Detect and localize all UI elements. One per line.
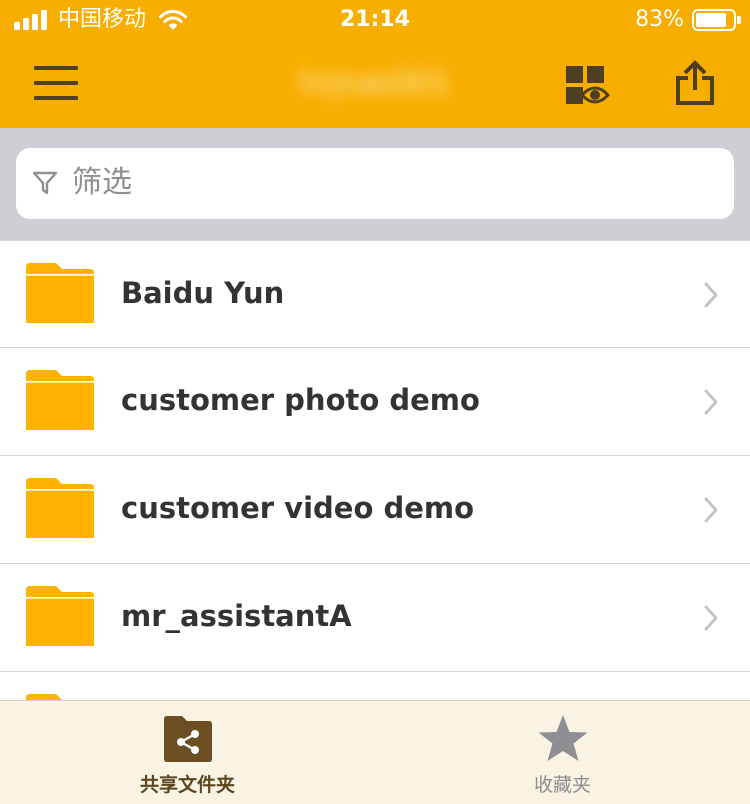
folder-row[interactable]: customer photo demo <box>0 348 750 456</box>
battery-icon <box>692 9 741 31</box>
filter-area: 筛选 <box>0 128 750 240</box>
folder-icon <box>26 586 94 646</box>
folder-icon <box>26 370 94 430</box>
grid-view-eye-icon[interactable] <box>564 64 610 106</box>
folder-list: Baidu Yun customer photo demo customer v… <box>0 240 750 754</box>
folder-row[interactable]: customer video demo <box>0 456 750 564</box>
share-export-icon[interactable] <box>674 60 716 106</box>
folder-row[interactable]: Baidu Yun <box>0 240 750 348</box>
folder-name: customer photo demo <box>121 383 480 417</box>
chevron-right-icon <box>704 282 718 308</box>
tab-shared-folders[interactable]: 共享文件夹 <box>0 701 375 804</box>
tab-favorites[interactable]: 收藏夹 <box>375 701 750 804</box>
tab-label: 收藏夹 <box>533 774 591 796</box>
chevron-right-icon <box>704 389 718 415</box>
battery-fill <box>696 13 726 27</box>
filter-funnel-icon <box>32 171 58 195</box>
battery-percent: 83% <box>635 7 684 32</box>
status-right: 83% <box>635 7 741 33</box>
folder-name: Baidu Yun <box>121 276 285 310</box>
shared-folder-icon <box>164 716 212 762</box>
nav-title: hrjnas001 <box>300 66 450 101</box>
chevron-right-icon <box>704 605 718 631</box>
folder-icon <box>26 263 94 323</box>
battery-tip <box>737 16 741 24</box>
status-bar: 中国移动 21:14 83% <box>0 0 750 40</box>
folder-row[interactable]: mr_assistantA <box>0 564 750 672</box>
tab-label: 共享文件夹 <box>139 774 235 796</box>
nav-bar: hrjnas001 <box>0 40 750 128</box>
chevron-right-icon <box>704 497 718 523</box>
folder-name: customer video demo <box>121 491 475 525</box>
folder-icon <box>26 478 94 538</box>
filter-input[interactable]: 筛选 <box>16 148 734 219</box>
folder-name: mr_assistantA <box>121 599 352 633</box>
tab-bar: 共享文件夹 收藏夹 <box>0 700 750 804</box>
filter-placeholder: 筛选 <box>72 165 132 200</box>
star-icon <box>538 715 588 761</box>
